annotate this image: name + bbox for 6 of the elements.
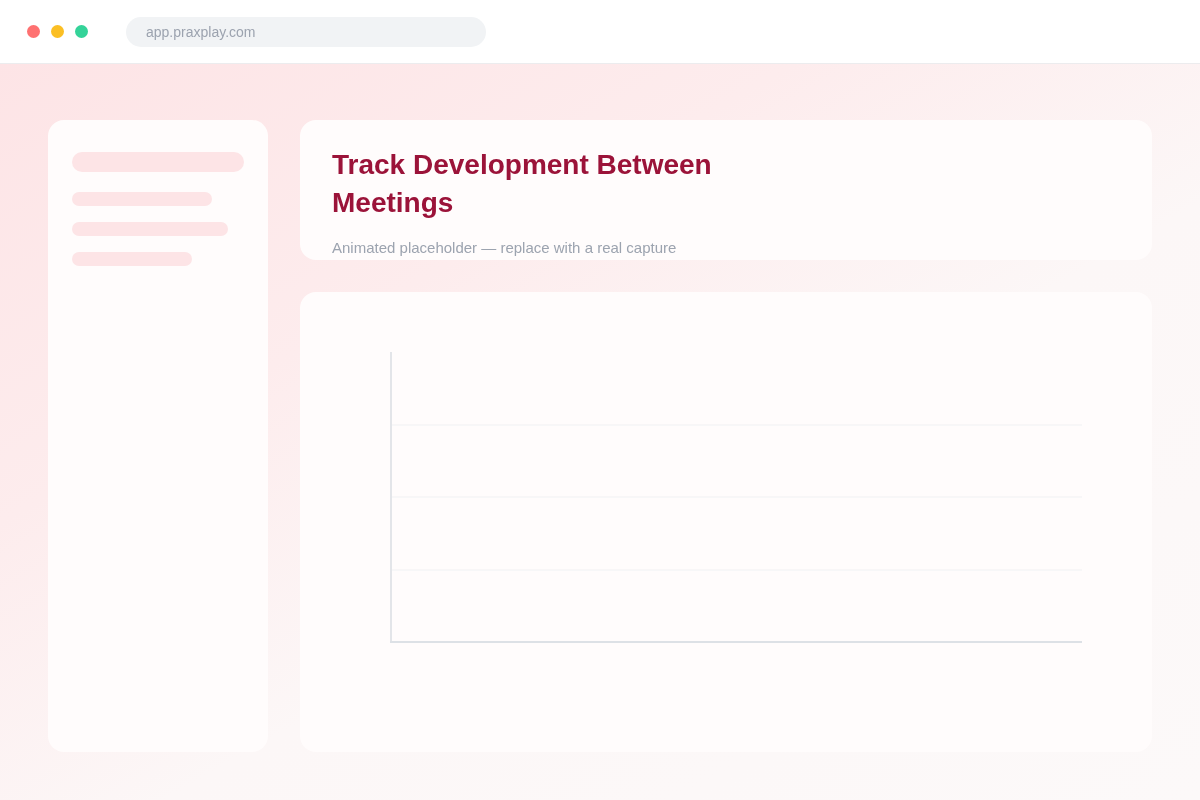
- window-control-icon[interactable]: [51, 25, 64, 38]
- page-title: Track Development Between Meetings: [332, 148, 713, 220]
- window-control-icon[interactable]: [75, 25, 88, 38]
- page-subtitle: Animated placeholder — replace with a real capture: [332, 238, 677, 258]
- window-control-icon[interactable]: [27, 25, 40, 38]
- address-field[interactable]: app.praxplay.com: [126, 16, 486, 47]
